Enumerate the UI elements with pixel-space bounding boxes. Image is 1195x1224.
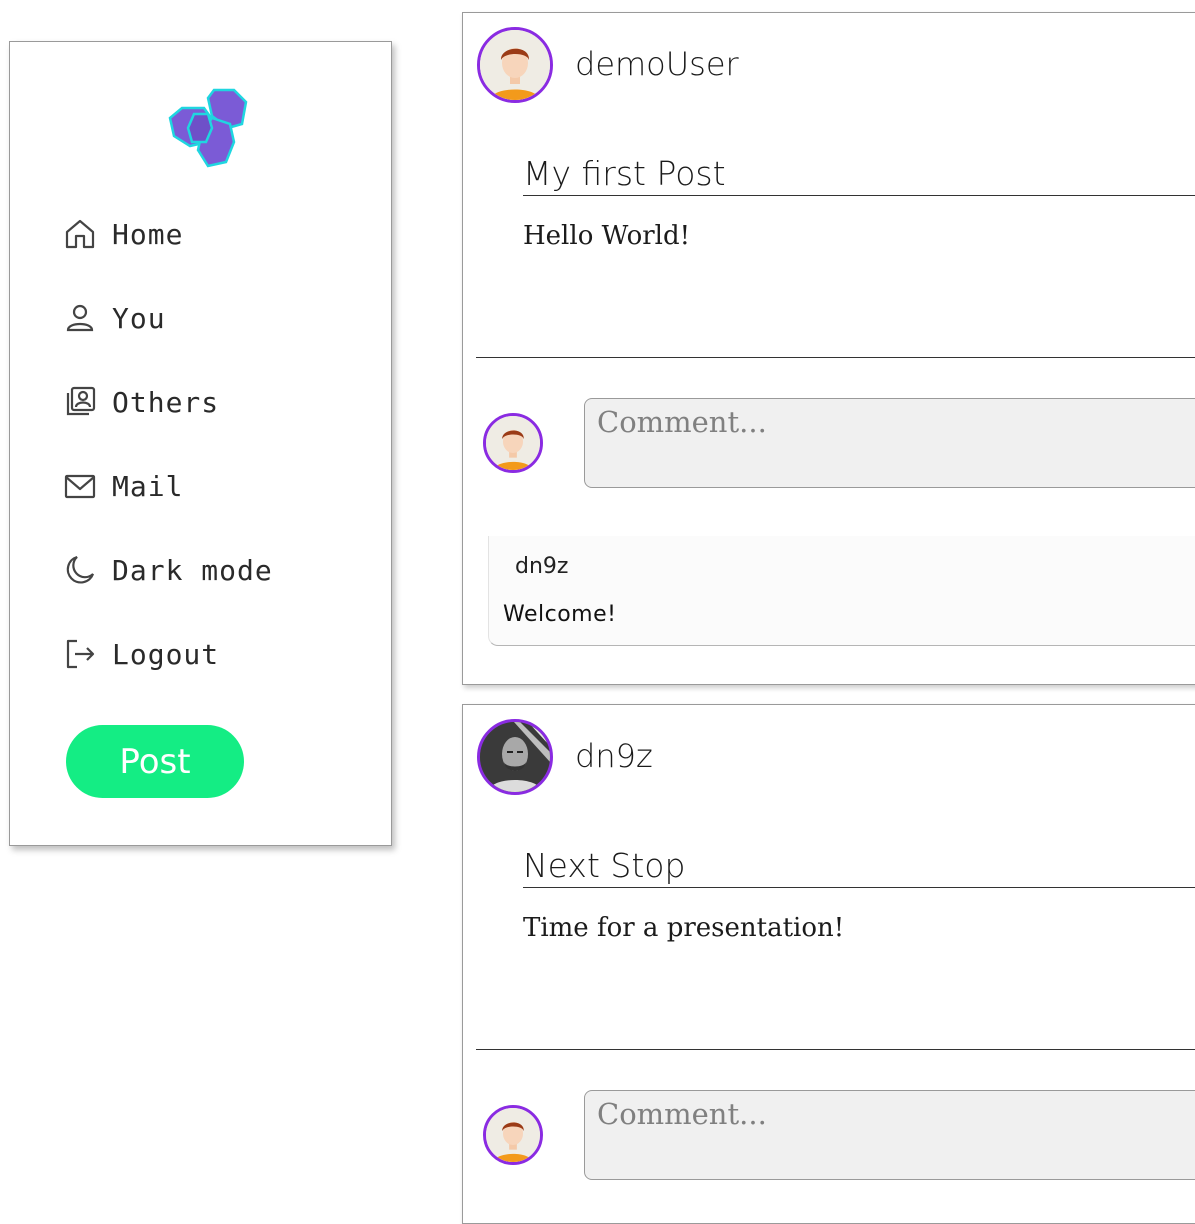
nav-item-mail[interactable]: Mail: [62, 466, 183, 506]
comment-input[interactable]: [584, 1090, 1195, 1180]
post-card: demoUser My first Post Hello World! dn9z…: [462, 12, 1195, 685]
home-icon: [62, 216, 98, 252]
nav-label-others: Others: [112, 385, 220, 419]
comment-input[interactable]: [584, 398, 1195, 488]
comment-item: dn9z Welcome!: [488, 536, 1195, 646]
nav-item-you[interactable]: You: [62, 298, 166, 338]
nav-item-logout[interactable]: Logout: [62, 634, 219, 674]
author-avatar[interactable]: [477, 27, 553, 103]
nav-item-home[interactable]: Home: [62, 214, 183, 254]
post-title: Next Stop: [523, 847, 1195, 888]
current-user-avatar: [483, 1105, 543, 1165]
nav-item-dark-mode[interactable]: Dark mode: [62, 550, 273, 590]
nav-label-you: You: [112, 301, 166, 335]
logout-icon: [62, 636, 98, 672]
post-divider: [476, 1049, 1195, 1050]
user-icon: [62, 300, 98, 336]
post-body: Time for a presentation!: [523, 913, 845, 943]
current-user-avatar: [483, 413, 543, 473]
post-divider: [476, 357, 1195, 358]
nav-item-others[interactable]: Others: [62, 382, 219, 422]
sidebar: Home You Others Mail Dark mode Logout Po…: [9, 41, 392, 846]
comment-text: Welcome!: [503, 602, 617, 627]
nav-label-mail: Mail: [112, 469, 184, 503]
post-title: My first Post: [523, 155, 1195, 196]
post-card: dn9z Next Stop Time for a presentation!: [462, 704, 1195, 1224]
mail-icon: [62, 468, 98, 504]
comment-author[interactable]: dn9z: [515, 554, 568, 579]
moon-icon: [62, 552, 98, 588]
post-body: Hello World!: [523, 221, 691, 251]
post-author-name[interactable]: dn9z: [575, 737, 653, 775]
nav-label-home: Home: [112, 217, 184, 251]
post-author-name[interactable]: demoUser: [575, 45, 739, 83]
author-avatar[interactable]: [477, 719, 553, 795]
nav-label-logout: Logout: [112, 637, 220, 671]
hexagon-logo-icon[interactable]: [168, 88, 248, 170]
nav-label-dark-mode: Dark mode: [112, 553, 273, 587]
contacts-icon: [62, 384, 98, 420]
new-post-button[interactable]: Post: [66, 725, 244, 798]
